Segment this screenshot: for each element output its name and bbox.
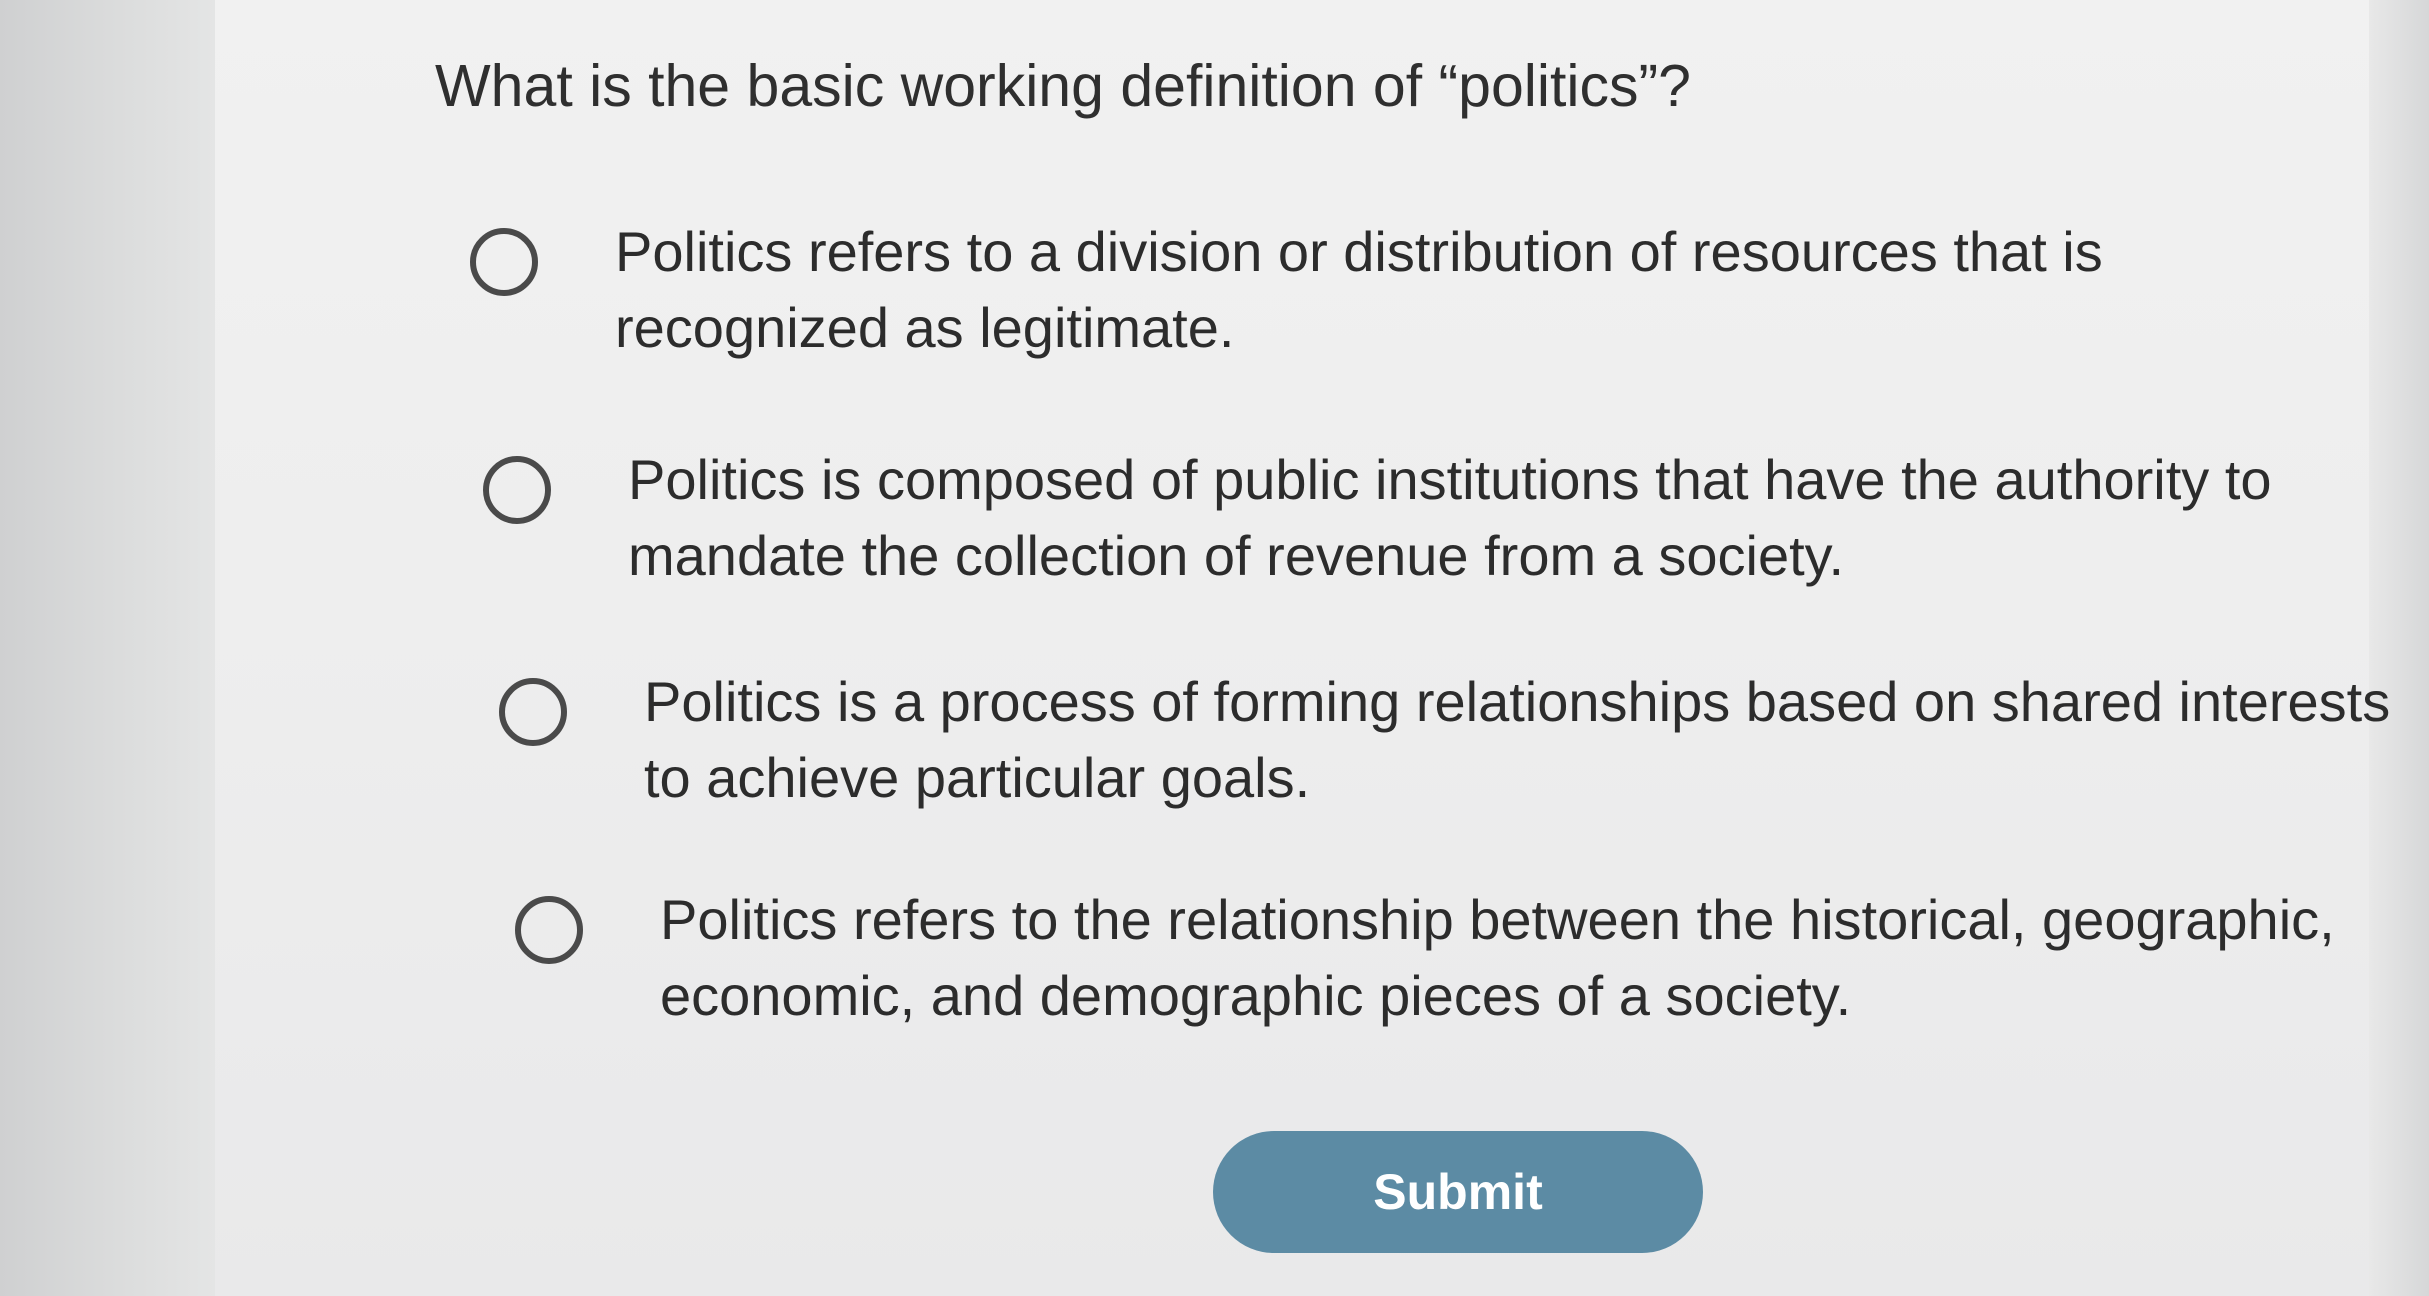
question-card: What is the basic working definition of …	[215, 0, 2390, 1296]
answer-option-1-label: Politics refers to a division or distrib…	[615, 220, 2103, 359]
submit-button[interactable]: Submit	[1213, 1131, 1703, 1253]
screen-right-edge	[2369, 0, 2429, 1296]
radio-button-4[interactable]	[515, 896, 583, 964]
radio-button-3[interactable]	[499, 678, 567, 746]
answer-option-4-label: Politics refers to the relationship betw…	[660, 888, 2335, 1027]
screen-left-edge	[0, 0, 215, 1296]
answer-option-3-label: Politics is a process of forming relatio…	[644, 670, 2391, 809]
radio-button-1[interactable]	[470, 228, 538, 296]
radio-button-2[interactable]	[483, 456, 551, 524]
question-text: What is the basic working definition of …	[435, 53, 1691, 119]
answer-option-2-label: Politics is composed of public instituti…	[628, 448, 2272, 587]
